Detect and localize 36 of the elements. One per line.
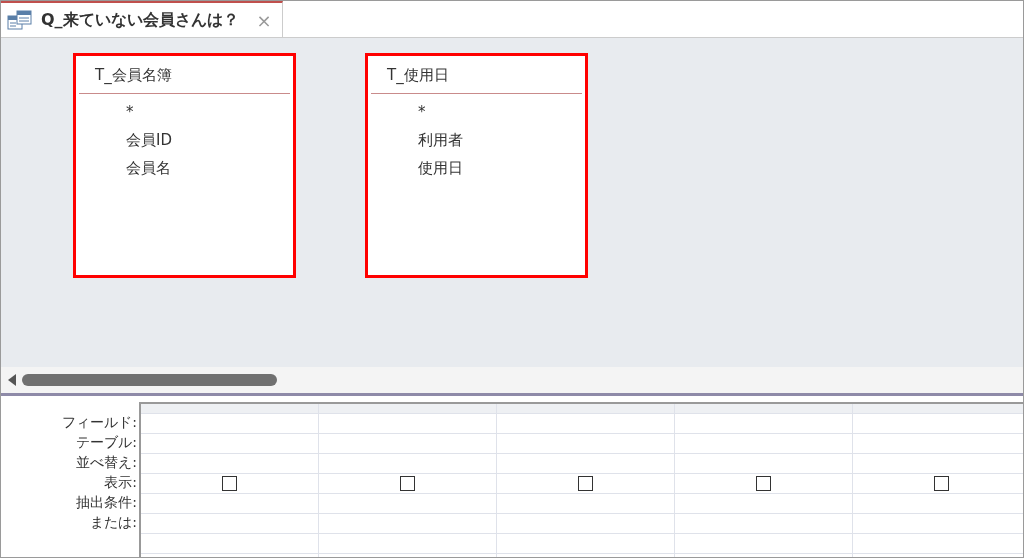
row-label: フィールド: (61, 413, 138, 432)
column-selector[interactable] (141, 404, 318, 414)
column-selector[interactable] (497, 404, 674, 414)
grid-cell[interactable] (497, 474, 674, 494)
row-label: 抽出条件: (75, 493, 138, 512)
grid-cell[interactable] (141, 474, 318, 494)
scrollbar-thumb[interactable] (22, 374, 277, 386)
row-label: 並べ替え: (75, 453, 138, 472)
grid-cell[interactable] (853, 474, 1023, 494)
query-tab[interactable]: Q_来ていない会員さんは？ × (1, 1, 283, 37)
query-icon (7, 10, 33, 30)
table-name: T_使用日 (371, 56, 582, 94)
table-box[interactable]: T_会員名簿 * 会員ID 会員名 (73, 53, 296, 278)
column-selector[interactable] (675, 404, 852, 414)
column-selector[interactable] (853, 404, 1023, 414)
row-label: テーブル: (75, 433, 138, 452)
scroll-left-icon[interactable] (8, 374, 16, 386)
field-item[interactable]: * (418, 98, 585, 126)
column-selector[interactable] (319, 404, 496, 414)
field-item[interactable]: 利用者 (418, 126, 585, 154)
show-checkbox[interactable] (222, 476, 237, 491)
grid-cell[interactable] (675, 474, 852, 494)
field-item[interactable]: 会員ID (126, 126, 293, 154)
table-name: T_会員名簿 (79, 56, 290, 94)
show-checkbox[interactable] (756, 476, 771, 491)
row-label: または: (89, 513, 138, 532)
grid-cell[interactable] (319, 474, 496, 494)
field-item[interactable]: 会員名 (126, 154, 293, 182)
table-box[interactable]: T_使用日 * 利用者 使用日 (365, 53, 588, 278)
show-checkbox[interactable] (578, 476, 593, 491)
show-checkbox[interactable] (934, 476, 949, 491)
tab-title: Q_来ていない会員さんは？ (41, 9, 239, 31)
field-item[interactable]: * (126, 98, 293, 126)
field-item[interactable]: 使用日 (418, 154, 585, 182)
show-checkbox[interactable] (400, 476, 415, 491)
row-label: 表示: (103, 473, 138, 492)
